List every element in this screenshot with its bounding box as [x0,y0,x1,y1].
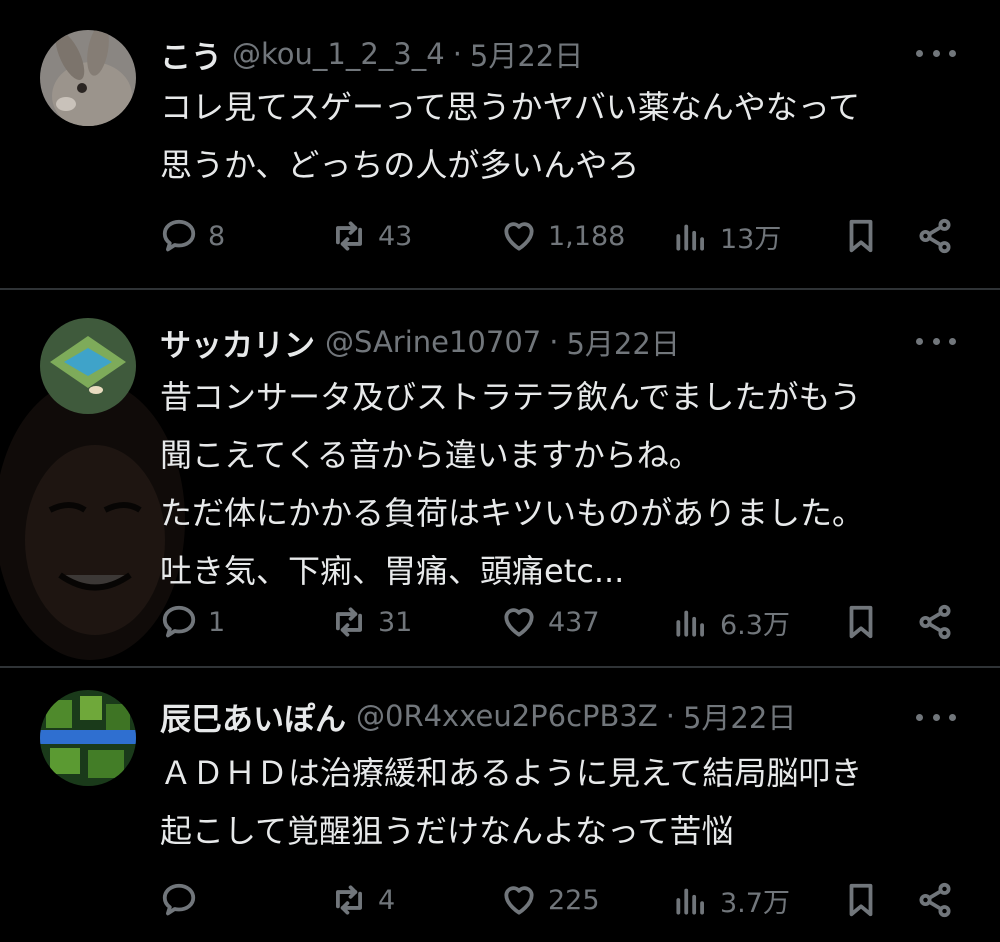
bookmark-button[interactable] [842,878,890,922]
separator: · [665,699,675,733]
retweet-button[interactable]: 4 [330,878,395,922]
views-count: 6.3万 [720,609,790,641]
separator: · [452,37,462,71]
retweet-count: 4 [378,884,396,916]
user-handle[interactable]: @kou_1_2_3_4 [232,37,445,71]
tweet-actions: 8 43 1,188 13万 [160,214,960,258]
like-button[interactable]: 1,188 [500,214,625,258]
like-icon [504,608,534,637]
tweet-actions: 4 225 3.7万 [160,878,960,922]
reply-button[interactable]: 8 [160,214,225,258]
bookmark-icon [849,605,873,639]
tweet-3[interactable]: 辰巳あいぽん @0R4xxeu2P6cPB3Z · 5月22日 ＡＤＨＤは治療緩… [0,668,1000,942]
display-name[interactable]: こう [160,32,222,77]
share-icon [919,604,951,640]
share-button[interactable] [916,878,964,922]
tweet-date[interactable]: 5月22日 [566,321,679,363]
views-button[interactable]: 3.7万 [672,878,790,922]
share-icon [919,882,951,918]
retweet-button[interactable]: 31 [330,600,412,644]
tweet-text: 昔コンサータ及びストラテラ飲んでましたがもう 聞こえてくる音から違いますからね。… [160,378,865,590]
reply-icon [162,605,196,638]
views-button[interactable]: 13万 [672,214,781,258]
views-icon [676,888,704,915]
avatar[interactable] [40,690,136,786]
avatar[interactable] [40,318,136,414]
like-button[interactable]: 437 [500,600,600,644]
bookmark-icon [849,883,873,917]
like-button[interactable]: 225 [500,878,600,922]
like-count: 225 [548,884,600,916]
reply-count: 1 [208,606,226,638]
tweet-1[interactable]: こう @kou_1_2_3_4 · 5月22日 コレ見てスゲーって思うかヤバい薬… [0,0,1000,290]
views-icon [676,224,704,251]
share-button[interactable] [916,600,964,644]
views-icon [676,610,704,637]
reply-button[interactable]: 1 [160,600,225,644]
display-name[interactable]: サッカリン [160,320,315,365]
share-icon [919,218,951,254]
tweet-header: サッカリン @SArine10707 · 5月22日 [160,320,680,364]
user-handle[interactable]: @0R4xxeu2P6cPB3Z [356,699,658,733]
retweet-icon [336,607,362,637]
like-icon [504,222,534,251]
tweet-actions: 1 31 437 6.3万 [160,600,960,644]
user-handle[interactable]: @SArine10707 [325,325,541,359]
retweet-icon [336,885,362,915]
retweet-icon [336,221,362,251]
views-count: 13万 [720,223,782,255]
reply-button[interactable] [160,878,208,922]
more-icon[interactable] [916,326,956,356]
reply-count: 8 [208,220,226,252]
like-count: 437 [548,606,600,638]
reply-icon [162,219,196,252]
tweet-text: ＡＤＨＤは治療緩和あるように見えて結局脳叩き 起こして覚醒狙うだけなんよなって苦… [160,754,863,850]
more-icon[interactable] [916,38,956,68]
separator: · [549,325,559,359]
tweet-header: こう @kou_1_2_3_4 · 5月22日 [160,32,583,76]
views-button[interactable]: 6.3万 [672,600,790,644]
like-count: 1,188 [548,220,626,252]
like-icon [504,886,534,915]
tweet-2[interactable]: サッカリン @SArine10707 · 5月22日 昔コンサータ及びストラテラ… [0,290,1000,666]
tweet-text: コレ見てスゲーって思うかヤバい薬なんやなって 思うか、どっちの人が多いんやろ [160,88,861,184]
retweet-count: 31 [378,606,413,638]
more-icon[interactable] [916,702,956,732]
tweet-header: 辰巳あいぽん @0R4xxeu2P6cPB3Z · 5月22日 [160,694,796,738]
retweet-button[interactable]: 43 [330,214,412,258]
retweet-count: 43 [378,220,413,252]
bookmark-button[interactable] [842,214,890,258]
share-button[interactable] [916,214,964,258]
tweet-date[interactable]: 5月22日 [683,695,796,737]
display-name[interactable]: 辰巳あいぽん [160,694,346,739]
tweet-date[interactable]: 5月22日 [470,33,583,75]
bookmark-icon [849,219,873,253]
reply-icon [162,883,196,916]
views-count: 3.7万 [720,887,790,919]
bookmark-button[interactable] [842,600,890,644]
avatar[interactable] [40,30,136,126]
